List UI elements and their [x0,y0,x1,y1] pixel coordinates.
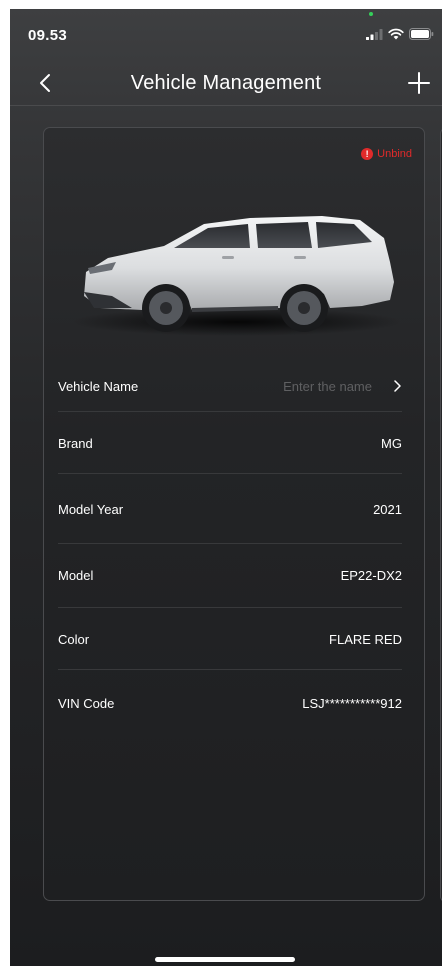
phone-screen: 09.53 Vehicle Management ! Unbind Vehicl… [10,9,442,966]
color-label: Color [58,632,90,647]
camera-in-use-indicator [369,12,373,16]
brand-row: Brand MG [58,412,402,474]
status-time: 09.53 [28,27,68,44]
model-year-label: Model Year [58,502,124,517]
model-year-value: 2021 [373,502,402,517]
vehicle-name-input[interactable]: Enter the name [283,379,372,394]
wifi-icon [388,28,404,40]
model-year-row: Model Year 2021 [58,474,402,544]
unbind-label: Unbind [377,148,412,160]
vehicle-image [72,216,402,336]
cellular-signal-icon [366,28,383,40]
status-icons [366,27,434,41]
nav-divider [10,105,442,106]
vehicle-card: ! Unbind Vehicle Name Enter the name Bra… [43,127,425,901]
color-row: Color FLARE RED [58,608,402,670]
status-bar: 09.53 [10,9,442,53]
model-value: EP22-DX2 [340,568,402,583]
nav-bar: Vehicle Management [10,61,442,105]
model-row: Model EP22-DX2 [58,544,402,608]
add-vehicle-button[interactable] [406,70,432,96]
home-indicator[interactable] [155,957,295,962]
vin-code-label: VIN Code [58,696,115,711]
warning-icon: ! [361,148,374,160]
vehicle-name-row[interactable]: Vehicle Name Enter the name [58,360,402,412]
color-value: FLARE RED [329,632,402,647]
brand-label: Brand [58,436,93,451]
unbind-button[interactable]: ! Unbind [361,148,412,160]
page-title: Vehicle Management [130,72,322,94]
brand-value: MG [381,436,402,451]
vin-code-value: LSJ***********912 [302,696,402,711]
vehicle-info-list: Vehicle Name Enter the name Brand MG Mod… [58,360,402,732]
vehicle-name-label: Vehicle Name [58,379,139,394]
next-vehicle-card-peek[interactable] [440,127,442,903]
battery-icon [409,28,434,40]
chevron-right-icon [394,380,401,392]
plus-icon [408,72,430,94]
vin-code-row: VIN Code LSJ***********912 [58,670,402,732]
model-label: Model [58,568,94,583]
